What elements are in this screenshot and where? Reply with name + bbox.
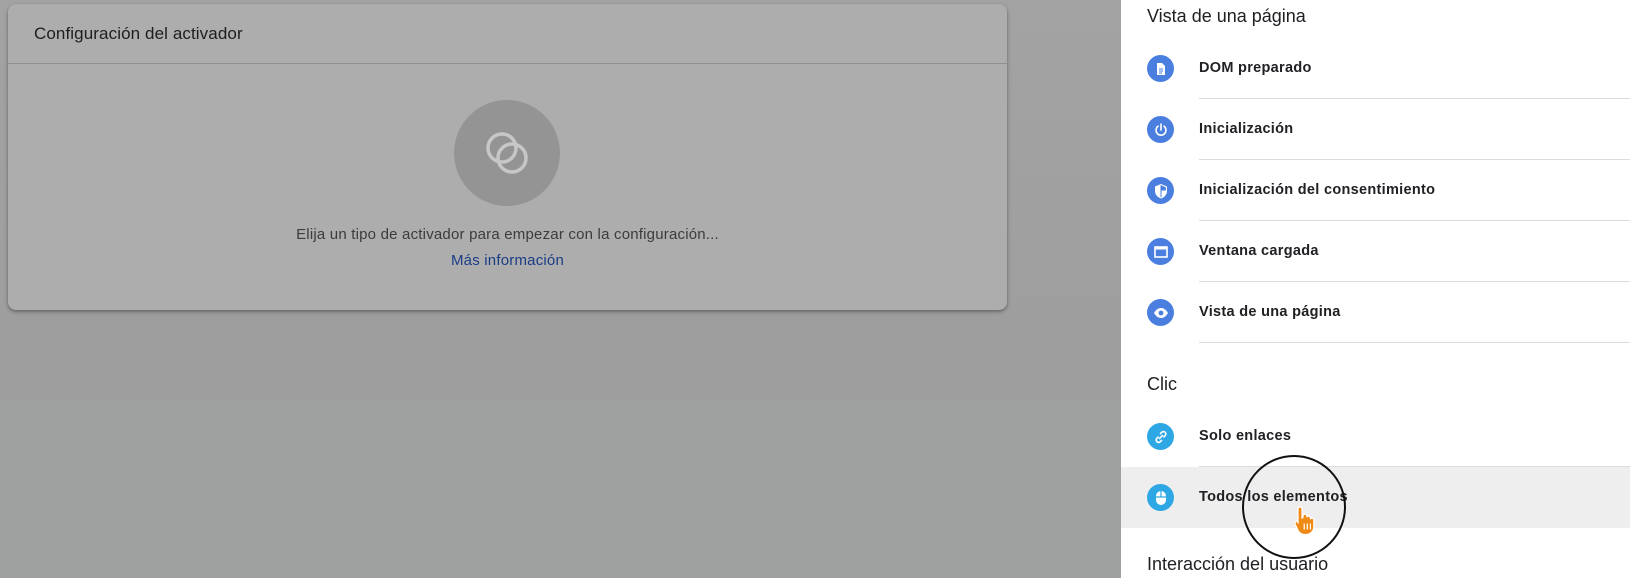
trigger-item-initialization[interactable]: Inicialización bbox=[1121, 99, 1630, 160]
trigger-circles-icon[interactable] bbox=[454, 100, 560, 206]
trigger-item-label: DOM preparado bbox=[1199, 60, 1312, 76]
trigger-item-label: Vista de una página bbox=[1199, 304, 1341, 320]
trigger-item-just-links[interactable]: Solo enlaces bbox=[1121, 406, 1630, 467]
link-icon bbox=[1147, 423, 1174, 450]
window-icon bbox=[1147, 238, 1174, 265]
power-icon bbox=[1147, 116, 1174, 143]
trigger-type-panel: Vista de una página DOM preparado Inicia… bbox=[1121, 0, 1630, 578]
trigger-item-consent-initialization[interactable]: Inicialización del consentimiento bbox=[1121, 160, 1630, 221]
mouse-icon bbox=[1147, 484, 1174, 511]
card-divider bbox=[8, 63, 1007, 64]
section-title-page-view: Vista de una página bbox=[1147, 6, 1306, 26]
eye-icon bbox=[1147, 299, 1174, 326]
trigger-hint-text: Elija un tipo de activador para empezar … bbox=[296, 226, 719, 243]
trigger-item-dom-ready[interactable]: DOM preparado bbox=[1121, 38, 1630, 99]
shield-icon bbox=[1147, 177, 1174, 204]
trigger-item-label: Ventana cargada bbox=[1199, 243, 1319, 259]
document-icon bbox=[1147, 55, 1174, 82]
trigger-item-label: Inicialización bbox=[1199, 121, 1294, 137]
item-divider bbox=[1199, 342, 1630, 343]
card-title: Configuración del activador bbox=[34, 24, 243, 43]
section-title-click: Clic bbox=[1147, 374, 1177, 394]
trigger-config-card: Configuración del activador Elija un tip… bbox=[8, 4, 1007, 310]
more-info-link[interactable]: Más información bbox=[8, 252, 1007, 269]
trigger-item-window-loaded[interactable]: Ventana cargada bbox=[1121, 221, 1630, 282]
trigger-item-page-view[interactable]: Vista de una página bbox=[1121, 282, 1630, 343]
trigger-item-label: Solo enlaces bbox=[1199, 428, 1292, 444]
hand-cursor-icon bbox=[1292, 504, 1318, 541]
trigger-item-all-elements[interactable]: Todos los elementos bbox=[1121, 467, 1630, 528]
trigger-item-label: Inicialización del consentimiento bbox=[1199, 182, 1436, 198]
